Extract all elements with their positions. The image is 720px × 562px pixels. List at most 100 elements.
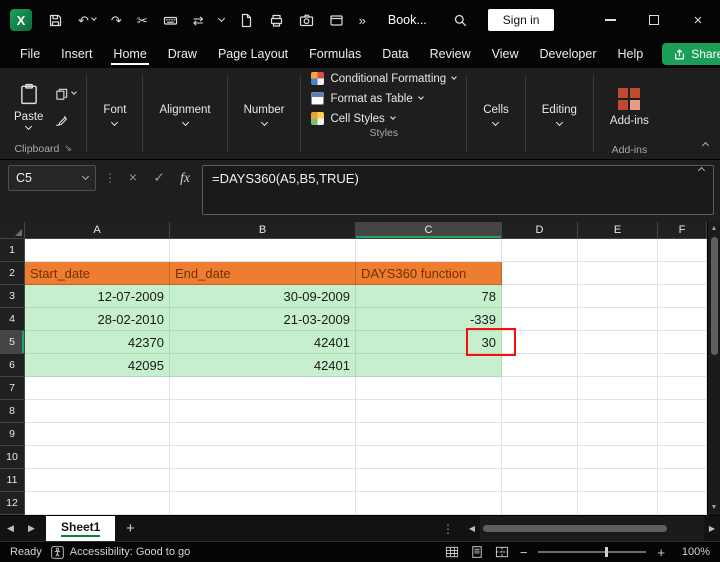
format-as-table-button[interactable]: Format as Table <box>311 92 456 105</box>
column-header-D[interactable]: D <box>502 222 578 239</box>
vertical-scrollbar[interactable]: ▲ ▼ <box>707 222 720 515</box>
cell-E9[interactable] <box>578 423 658 446</box>
zoom-in-button[interactable]: + <box>657 545 665 560</box>
cell-B12[interactable] <box>170 492 356 515</box>
cell-E3[interactable] <box>578 285 658 308</box>
menu-tab-review[interactable]: Review <box>428 43 473 66</box>
cell-D7[interactable] <box>502 377 578 400</box>
previous-sheet-icon[interactable]: ◀ <box>0 523 21 534</box>
cell-F1[interactable] <box>658 239 707 262</box>
editing-menu-button[interactable]: Editing <box>532 72 587 159</box>
row-header-8[interactable]: 8 <box>0 400 25 423</box>
cell-B1[interactable] <box>170 239 356 262</box>
zoom-slider[interactable] <box>538 551 646 553</box>
menu-tab-developer[interactable]: Developer <box>538 43 599 66</box>
cell-A5[interactable]: 42370 <box>25 331 170 354</box>
name-box-chevron-icon[interactable] <box>82 172 89 179</box>
cell-E4[interactable] <box>578 308 658 331</box>
cell-A3[interactable]: 12-07-2009 <box>25 285 170 308</box>
cell-D10[interactable] <box>502 446 578 469</box>
accessibility-status[interactable]: Accessibility: Good to go <box>51 546 190 559</box>
menu-tab-page-layout[interactable]: Page Layout <box>216 43 290 66</box>
row-header-11[interactable]: 11 <box>0 469 25 492</box>
cell-A8[interactable] <box>25 400 170 423</box>
cell-E5[interactable] <box>578 331 658 354</box>
cell-A6[interactable]: 42095 <box>25 354 170 377</box>
row-header-5[interactable]: 5 <box>0 331 25 354</box>
zoom-slider-thumb[interactable] <box>605 547 608 557</box>
cell-B7[interactable] <box>170 377 356 400</box>
alignment-menu-button[interactable]: Alignment <box>149 72 220 159</box>
cell-B9[interactable] <box>170 423 356 446</box>
cell-F9[interactable] <box>658 423 707 446</box>
page-break-preview-button[interactable] <box>495 545 509 559</box>
formula-input[interactable]: =DAYS360(A5,B5,TRUE) <box>202 165 714 215</box>
next-sheet-icon[interactable]: ▶ <box>21 523 42 534</box>
cell-A7[interactable] <box>25 377 170 400</box>
name-box[interactable]: C5 <box>8 165 96 191</box>
scroll-left-icon[interactable]: ◀ <box>464 524 480 533</box>
undo-button[interactable]: ↶ <box>78 14 96 27</box>
cell-styles-button[interactable]: Cell Styles <box>311 112 456 125</box>
cell-E7[interactable] <box>578 377 658 400</box>
cell-F2[interactable] <box>658 262 707 285</box>
cell-F12[interactable] <box>658 492 707 515</box>
row-header-6[interactable]: 6 <box>0 354 25 377</box>
cell-B8[interactable] <box>170 400 356 423</box>
cell-E10[interactable] <box>578 446 658 469</box>
vertical-scrollbar-thumb[interactable] <box>711 237 718 355</box>
cell-C1[interactable] <box>356 239 502 262</box>
conditional-formatting-button[interactable]: Conditional Formatting <box>311 72 456 85</box>
excel-app-icon[interactable]: X <box>10 9 32 31</box>
clipboard-dialog-launcher[interactable]: ⇘ <box>64 143 72 154</box>
undo-chevron-icon[interactable] <box>91 15 97 21</box>
column-header-B[interactable]: B <box>170 222 356 239</box>
redo-button[interactable]: ↷ <box>111 14 122 27</box>
spreadsheet-grid[interactable]: ABCDEF12Start_dateEnd_dateDAYS360 functi… <box>0 222 707 515</box>
cell-B4[interactable]: 21-03-2009 <box>170 308 356 331</box>
row-header-12[interactable]: 12 <box>0 492 25 515</box>
cell-C12[interactable] <box>356 492 502 515</box>
zoom-level[interactable]: 100% <box>676 546 710 558</box>
copy-button[interactable] <box>55 87 76 101</box>
camera-icon[interactable] <box>299 13 314 28</box>
keyboard-icon[interactable] <box>163 13 178 28</box>
horizontal-scrollbar-thumb[interactable] <box>483 525 667 532</box>
paste-button[interactable]: Paste <box>6 72 51 141</box>
cell-D9[interactable] <box>502 423 578 446</box>
row-header-2[interactable]: 2 <box>0 262 25 285</box>
cancel-formula-button[interactable]: × <box>124 165 142 191</box>
select-all-corner[interactable] <box>0 222 25 239</box>
cell-D6[interactable] <box>502 354 578 377</box>
qat-more-icon[interactable]: » <box>359 14 366 27</box>
cell-E12[interactable] <box>578 492 658 515</box>
normal-view-button[interactable] <box>445 545 459 559</box>
sheet-tab-sheet1[interactable]: Sheet1 <box>46 516 115 541</box>
cell-C7[interactable] <box>356 377 502 400</box>
qat-overflow-chevron-icon[interactable] <box>219 18 224 23</box>
scroll-up-icon[interactable]: ▲ <box>711 225 718 233</box>
menu-tab-insert[interactable]: Insert <box>59 43 94 66</box>
cell-A12[interactable] <box>25 492 170 515</box>
cell-F3[interactable] <box>658 285 707 308</box>
cell-F5[interactable] <box>658 331 707 354</box>
sign-in-button[interactable]: Sign in <box>488 9 555 31</box>
window-icon[interactable] <box>329 13 344 28</box>
cell-C5[interactable]: 30 <box>356 331 502 354</box>
addins-button[interactable]: Add-ins <box>600 72 659 144</box>
cell-F8[interactable] <box>658 400 707 423</box>
format-painter-button[interactable] <box>55 113 76 127</box>
cell-D12[interactable] <box>502 492 578 515</box>
close-button[interactable]: × <box>676 0 720 40</box>
page-layout-view-button[interactable] <box>470 545 484 559</box>
cell-F10[interactable] <box>658 446 707 469</box>
cell-C8[interactable] <box>356 400 502 423</box>
column-header-F[interactable]: F <box>658 222 707 239</box>
cell-A10[interactable] <box>25 446 170 469</box>
horizontal-scrollbar[interactable]: ◀ ▶ <box>464 516 720 541</box>
cell-F6[interactable] <box>658 354 707 377</box>
cell-E8[interactable] <box>578 400 658 423</box>
cell-A9[interactable] <box>25 423 170 446</box>
font-menu-button[interactable]: Font <box>93 72 136 159</box>
cell-C3[interactable]: 78 <box>356 285 502 308</box>
